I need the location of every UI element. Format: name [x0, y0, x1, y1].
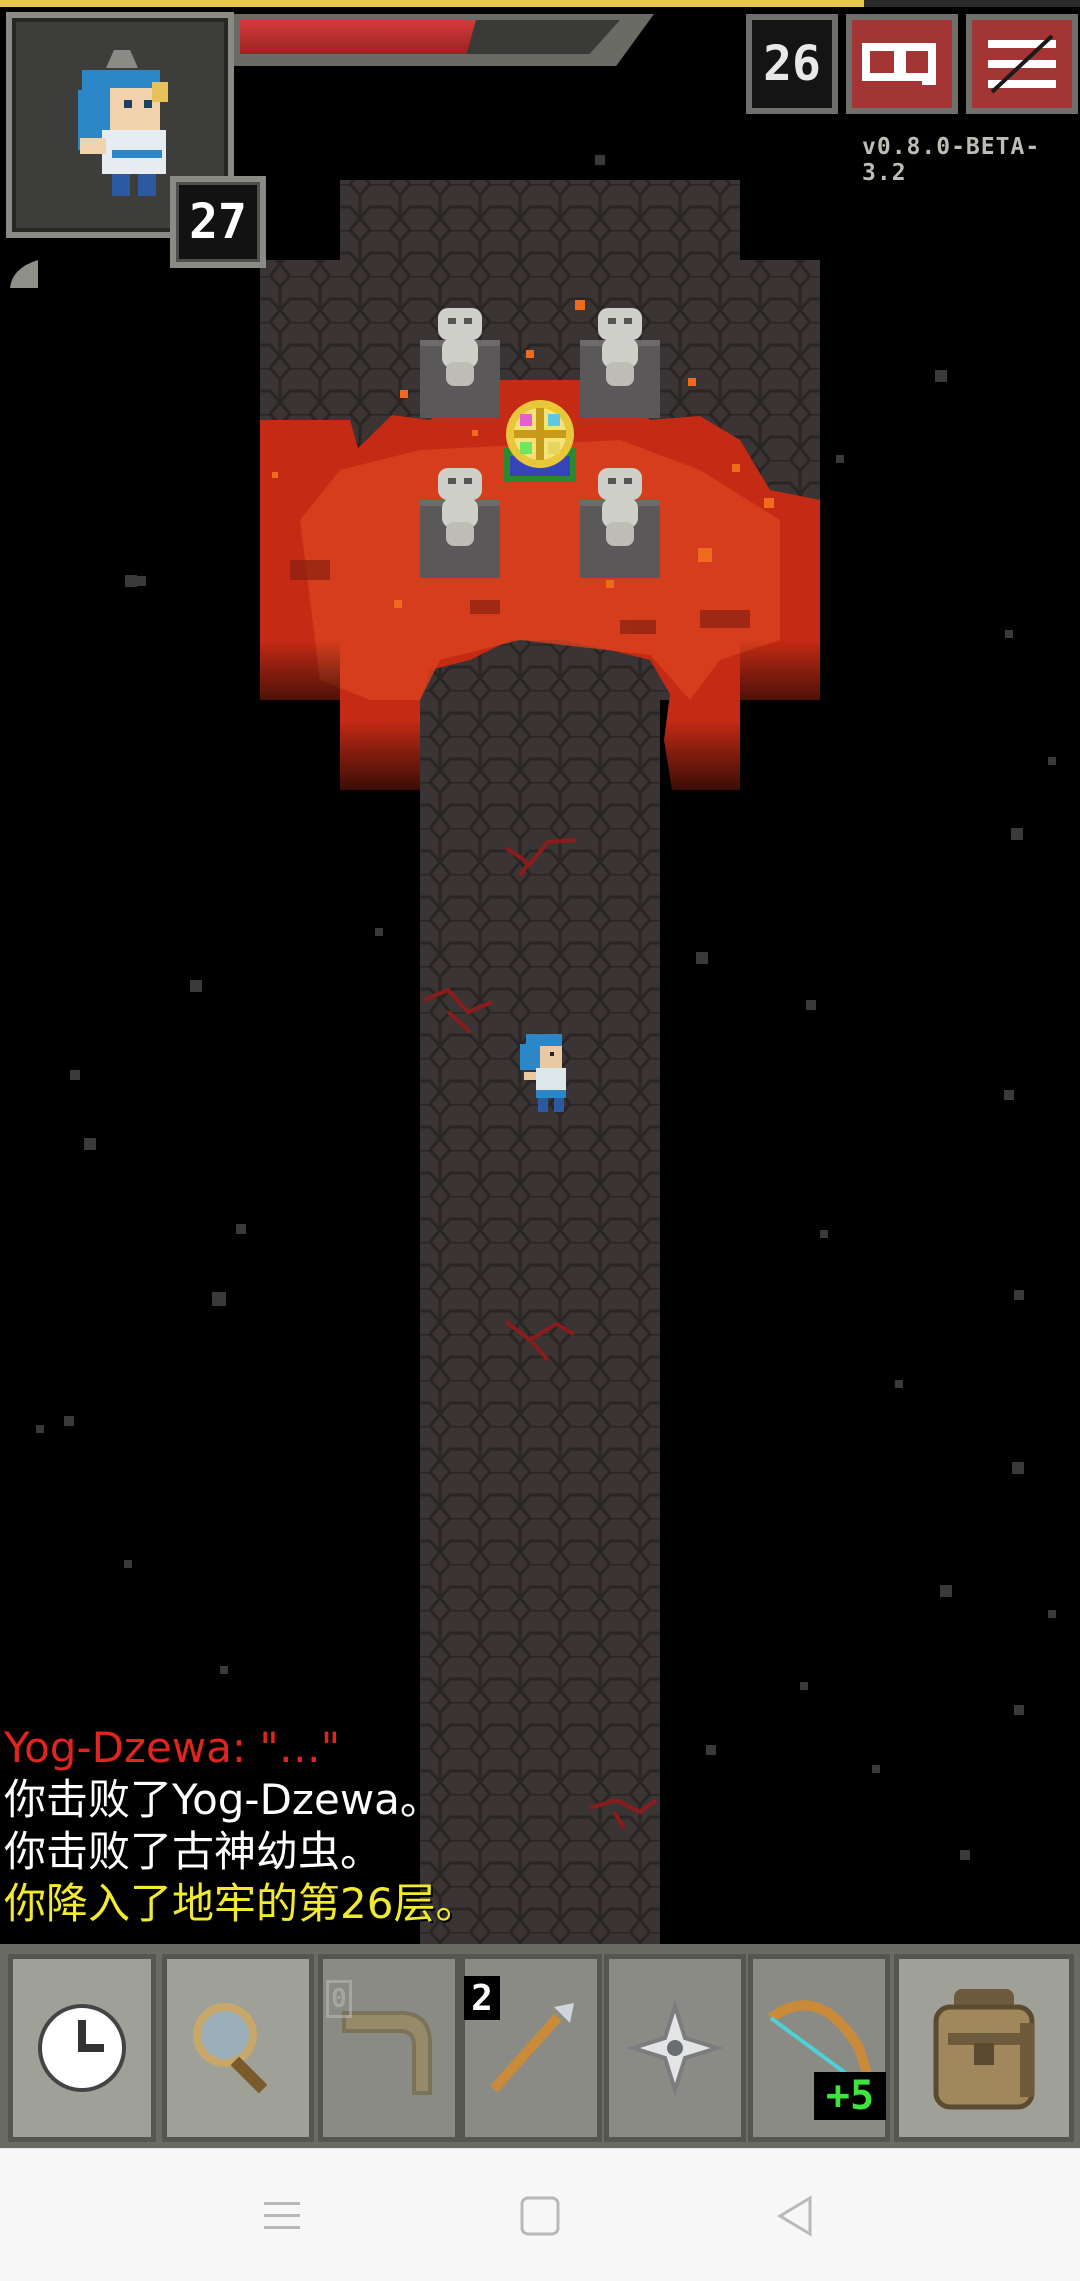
game-log: Yog-Dzewa: "…" 你击败了Yog-Dzewa。 你击败了古神幼虫。 …: [4, 1722, 1004, 1930]
quickslot-2-count: 2: [464, 1976, 500, 2020]
wait-button[interactable]: [8, 1954, 156, 2142]
experience-bar: [0, 0, 864, 7]
backpack-icon: [933, 1989, 1035, 2110]
amulet-item[interactable]: [504, 400, 576, 482]
experience-bar-empty: [864, 0, 1080, 7]
journal-button[interactable]: [846, 14, 958, 114]
clock-icon: [38, 2004, 126, 2092]
quickslot-4-upgrade-label: +5: [814, 2072, 886, 2120]
health-bar-fill: [240, 20, 476, 54]
log-line: 你击败了古神幼虫。: [4, 1827, 383, 1876]
home-icon[interactable]: [518, 2194, 562, 2238]
back-icon[interactable]: [774, 2194, 818, 2238]
log-line: 你击败了Yog-Dzewa。: [4, 1775, 442, 1824]
magnifier-icon: [193, 2003, 268, 2094]
game-version-label: v0.8.0-BETA-3.2: [862, 134, 1041, 186]
hero-portrait: [78, 50, 168, 196]
menu-button[interactable]: [966, 14, 1078, 114]
quickslot-3[interactable]: [604, 1954, 746, 2142]
shuriken-icon: [626, 1999, 724, 2097]
menu-icon: [988, 34, 1056, 94]
hero-level-badge: 27: [170, 176, 266, 268]
log-line: Yog-Dzewa: "…": [4, 1723, 341, 1772]
inventory-button[interactable]: [894, 1954, 1074, 2142]
search-button[interactable]: [162, 1954, 314, 2142]
recent-apps-icon[interactable]: [260, 2194, 304, 2238]
quickslot-1-count: 0: [326, 1980, 352, 2018]
journal-icon: [862, 43, 936, 85]
log-line: 你降入了地牢的第26层。: [4, 1879, 478, 1928]
dungeon-depth-indicator: 26: [746, 14, 838, 114]
buff-indicator-icon[interactable]: [6, 256, 42, 292]
dungeon-map[interactable]: [0, 0, 1080, 1950]
